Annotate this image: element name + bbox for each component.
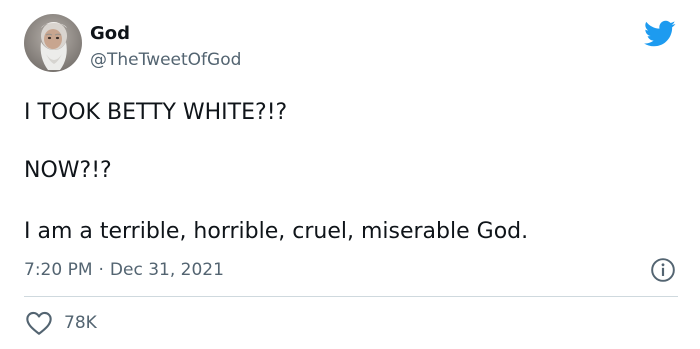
tweet-date[interactable]: Dec 31, 2021 [110,260,224,280]
tweet-time[interactable]: 7:20 PM [24,260,93,280]
tweet-text-line-2: NOW?!? [24,158,112,183]
avatar-portrait [24,14,82,72]
tweet-text-line-1: I TOOK BETTY WHITE?!? [24,100,288,125]
info-icon[interactable] [650,257,676,283]
like-count[interactable]: 78K [64,311,97,335]
heart-outline-icon[interactable] [25,310,53,336]
author-name[interactable]: God [90,22,130,46]
divider [24,296,678,297]
timestamp-separator: · [98,260,104,280]
twitter-bird-icon[interactable] [644,20,676,48]
tweet-text-line-3: I am a terrible, horrible, cruel, misera… [24,219,529,244]
tweet-card: God @TheTweetOfGod I TOOK BETTY WHITE?!?… [0,0,700,349]
author-handle[interactable]: @TheTweetOfGod [90,49,241,71]
tweet-timestamp[interactable]: 7:20 PM · Dec 31, 2021 [24,257,224,283]
avatar[interactable] [24,14,82,72]
